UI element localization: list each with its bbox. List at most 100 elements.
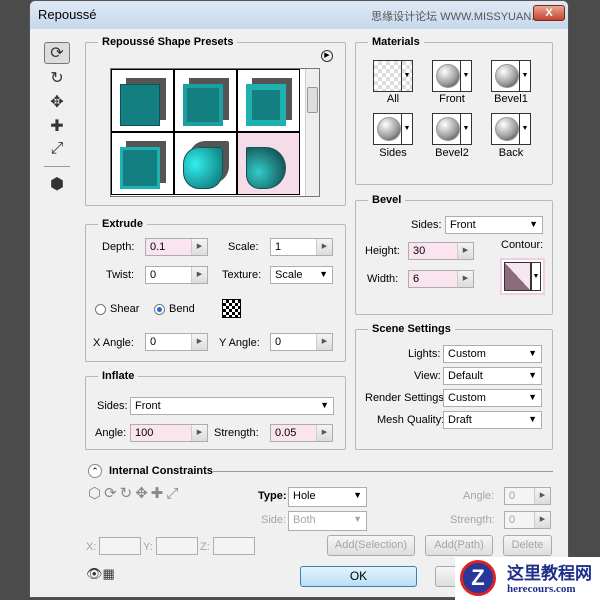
material-swatch-back[interactable]: ▼ [491, 113, 531, 145]
material-swatch-all[interactable]: ▼ [373, 60, 413, 92]
constraint-angle-value: 0 [509, 490, 516, 502]
scale-slider-arrow-icon[interactable]: ▶ [316, 239, 332, 255]
depth-slider-arrow-icon[interactable]: ▶ [191, 239, 207, 255]
ground-plane-icon[interactable]: 👁▦ [86, 566, 115, 582]
reference-point-grid-icon[interactable] [222, 299, 241, 318]
mesh-quality-label: Mesh Quality: [377, 414, 445, 426]
bevel-width-label: Width: [367, 273, 399, 285]
inflate-strength-input[interactable]: 0.05 ▶ [270, 424, 333, 442]
material-label: All [386, 93, 400, 105]
inflate-sides-select[interactable]: Front ▼ [130, 397, 334, 415]
preset-item[interactable] [174, 69, 237, 132]
add-path-button: Add(Path) [425, 535, 493, 556]
render-settings-label: Render Settings: [365, 392, 447, 404]
texture-select[interactable]: Scale ▼ [270, 266, 333, 284]
object-scale-tool-icon[interactable]: ⤢ [44, 140, 70, 162]
inflate-angle-label: Angle: [95, 427, 127, 439]
texture-value: Scale [275, 269, 303, 281]
object-pan-tool-icon[interactable]: ✥ [44, 92, 70, 114]
presets-menu-arrow-icon[interactable]: ▶ [321, 50, 333, 62]
contour-picker[interactable]: ▼ [500, 258, 545, 295]
type-select[interactable]: Hole ▼ [288, 487, 367, 507]
chevron-down-icon: ▼ [531, 262, 541, 291]
bevel-width-input[interactable]: 6 ▶ [408, 270, 474, 288]
bevel-height-input[interactable]: 30 ▶ [408, 242, 474, 260]
inflate-angle-value: 100 [135, 427, 154, 439]
chevron-down-icon: ▼ [353, 514, 362, 524]
inflate-sides-label: Sides: [97, 400, 128, 412]
chevron-down-icon: ▼ [319, 269, 328, 279]
preset-item[interactable] [237, 69, 300, 132]
constraint-angle-arrow-icon: ▶ [534, 488, 550, 504]
preset-item[interactable] [111, 132, 174, 195]
shear-radio[interactable] [95, 304, 106, 315]
watermark-cn: 这里教程网 [507, 564, 592, 583]
chevron-down-icon: ▼ [528, 348, 537, 358]
material-label: Bevel1 [494, 93, 528, 105]
presets-title: Repoussé Shape Presets [98, 36, 238, 48]
preset-item[interactable] [111, 69, 174, 132]
x-angle-input[interactable]: 0 ▶ [145, 333, 208, 351]
x-angle-arrow-icon[interactable]: ▶ [191, 334, 207, 350]
y-angle-arrow-icon[interactable]: ▶ [316, 334, 332, 350]
bend-radio[interactable] [154, 304, 165, 315]
scroll-thumb[interactable] [307, 87, 318, 113]
x-input [99, 537, 141, 555]
constraints-title: Internal Constraints [109, 465, 213, 477]
ok-button[interactable]: OK [300, 566, 417, 587]
view-value: Default [448, 370, 483, 382]
lights-label: Lights: [408, 348, 441, 360]
lights-select[interactable]: Custom ▼ [443, 345, 542, 363]
bevel-title: Bevel [368, 194, 406, 206]
scale-value: 1 [275, 241, 282, 253]
materials-title: Materials [368, 36, 424, 48]
twist-input[interactable]: 0 ▶ [145, 266, 208, 284]
depth-value: 0.1 [150, 241, 166, 253]
add-selection-button: Add(Selection) [327, 535, 415, 556]
side-label: Side: [261, 514, 287, 526]
scale-input[interactable]: 1 ▶ [270, 238, 333, 256]
constraint-strength-arrow-icon: ▶ [534, 512, 550, 528]
object-roll-tool-icon[interactable]: ↻ [44, 68, 70, 90]
bend-label: Bend [169, 303, 195, 315]
view-select[interactable]: Default ▼ [443, 367, 542, 385]
mesh-quality-select[interactable]: Draft ▼ [443, 411, 542, 429]
inflate-angle-input[interactable]: 100 ▶ [130, 424, 208, 442]
render-settings-select[interactable]: Custom ▼ [443, 389, 542, 407]
inflate-angle-arrow-icon[interactable]: ▶ [191, 425, 207, 441]
bevel-sides-label: Sides: [411, 219, 442, 231]
constraint-angle-input: 0 ▶ [504, 487, 551, 505]
inflate-strength-label: Strength: [214, 427, 259, 439]
constraint-strength-input: 0 ▶ [504, 511, 551, 529]
material-swatch-bevel1[interactable]: ▼ [491, 60, 531, 92]
material-swatch-sides[interactable]: ▼ [373, 113, 413, 145]
presets-grid [110, 68, 320, 197]
object-slide-tool-icon[interactable]: ✚ [44, 116, 70, 138]
presets-scrollbar[interactable] [305, 69, 319, 196]
object-rotate-tool-icon[interactable]: ⟳ [44, 42, 70, 64]
close-button[interactable]: X [533, 5, 565, 21]
lights-value: Custom [448, 348, 486, 360]
bevel-sides-select[interactable]: Front ▼ [445, 216, 543, 234]
material-swatch-bevel2[interactable]: ▼ [432, 113, 472, 145]
3d-camera-icon[interactable]: ⬢ [44, 174, 70, 196]
y-angle-input[interactable]: 0 ▶ [270, 333, 333, 351]
twist-value: 0 [150, 269, 157, 281]
constraint-angle-label: Angle: [463, 490, 495, 502]
side-select: Both ▼ [288, 511, 367, 531]
inflate-strength-arrow-icon[interactable]: ▶ [316, 425, 332, 441]
collapse-chevron-icon[interactable]: ⌃ [88, 464, 102, 478]
constraint-tools-icons[interactable]: ⬡⟳↻✥✚⤢ [88, 484, 181, 502]
depth-input[interactable]: 0.1 ▶ [145, 238, 208, 256]
inflate-strength-value: 0.05 [275, 427, 297, 439]
scale-label: Scale: [228, 241, 259, 253]
dialog-title: Repoussé [38, 7, 97, 22]
preset-item[interactable] [174, 132, 237, 195]
material-swatch-front[interactable]: ▼ [432, 60, 472, 92]
y-input [156, 537, 198, 555]
chevron-down-icon: ▼ [528, 392, 537, 402]
preset-item-selected[interactable] [237, 132, 300, 195]
bevel-width-arrow-icon[interactable]: ▶ [457, 271, 473, 287]
bevel-height-arrow-icon[interactable]: ▶ [457, 243, 473, 259]
twist-slider-arrow-icon[interactable]: ▶ [191, 267, 207, 283]
